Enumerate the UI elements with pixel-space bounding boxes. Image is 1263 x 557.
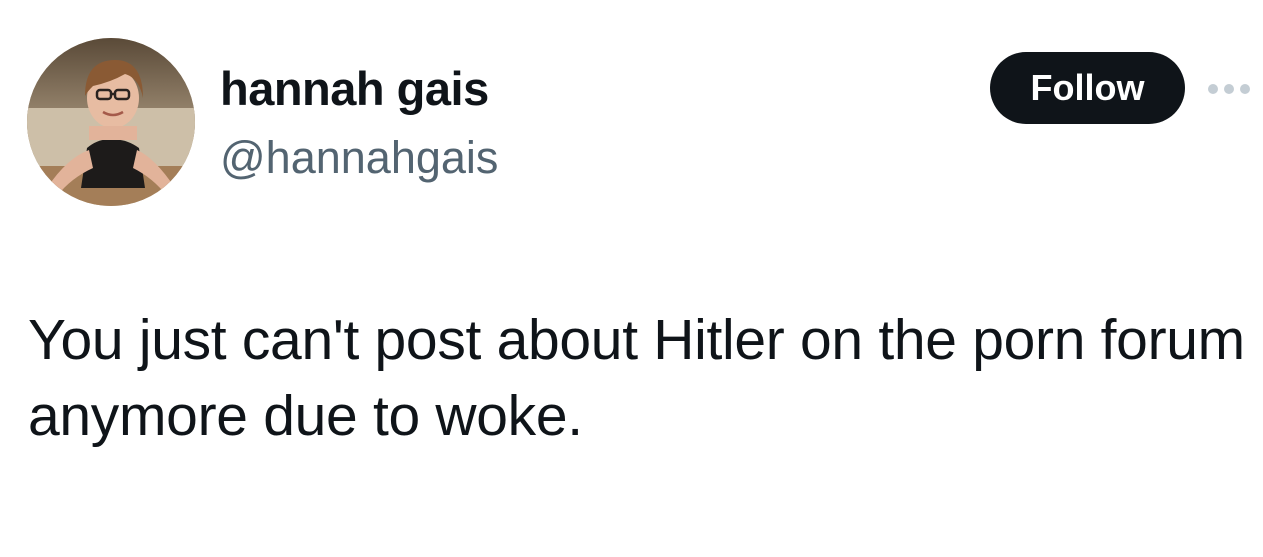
more-options-icon[interactable] xyxy=(1206,74,1256,104)
tweet-text: You just can't post about Hitler on the … xyxy=(28,308,1245,448)
author-display-name[interactable]: hannah gais xyxy=(220,60,489,118)
follow-button[interactable]: Follow xyxy=(990,52,1185,124)
dot xyxy=(1224,84,1234,94)
tweet-card: hannah gais @hannahgais Follow You just … xyxy=(0,0,1263,557)
dot xyxy=(1240,84,1250,94)
avatar[interactable] xyxy=(27,38,195,206)
profile-photo-icon xyxy=(27,38,195,206)
author-handle[interactable]: @hannahgais xyxy=(220,130,498,186)
dot xyxy=(1208,84,1218,94)
